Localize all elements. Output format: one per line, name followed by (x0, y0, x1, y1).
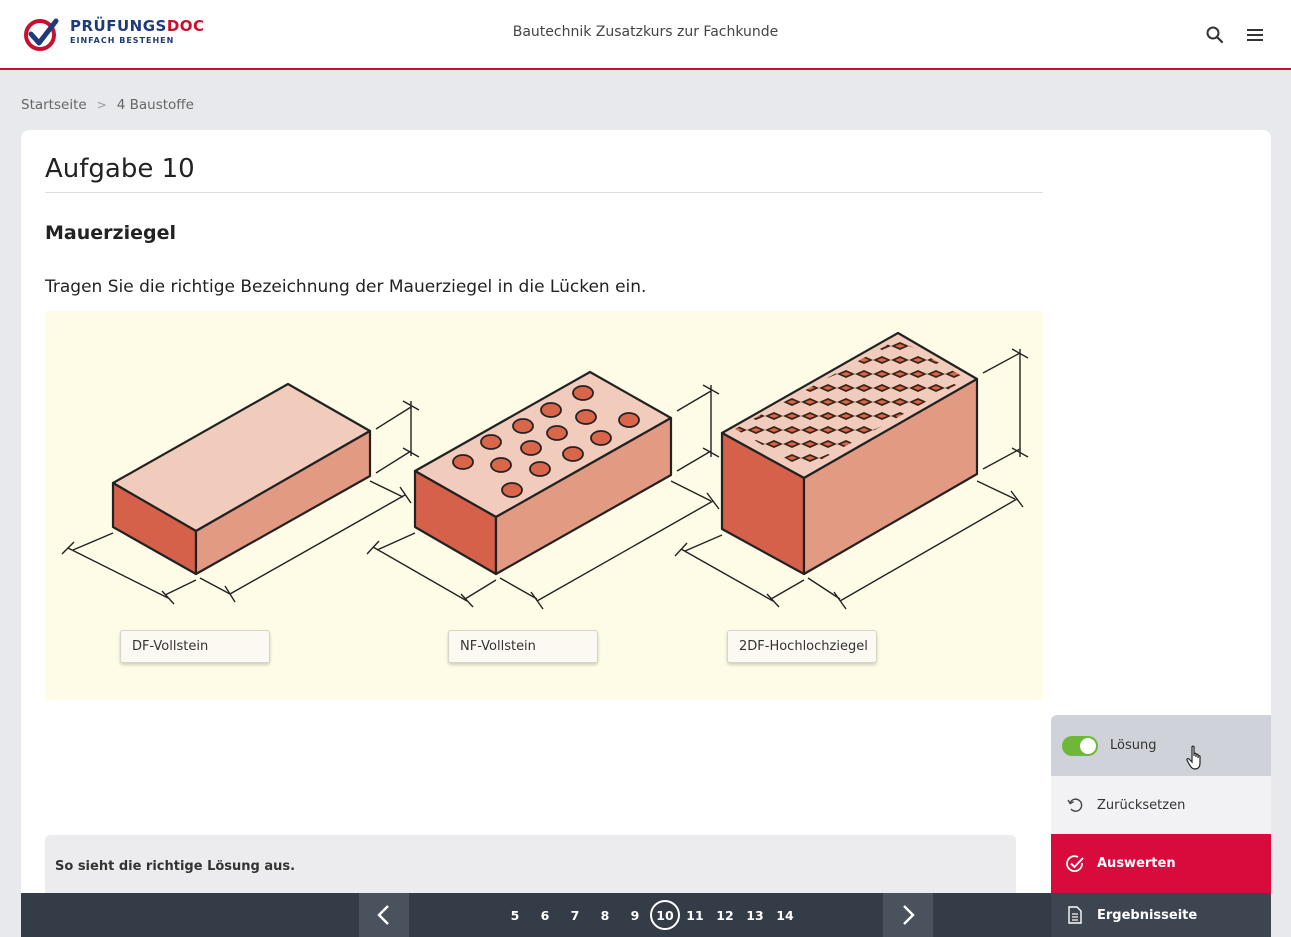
page-number-13[interactable]: 13 (740, 900, 770, 930)
answer-field-2[interactable]: NF-Vollstein (448, 630, 598, 663)
page-number-8[interactable]: 8 (590, 900, 620, 930)
task-instruction: Tragen Sie die richtige Bezeichnung der … (45, 277, 647, 297)
evaluate-label: Auswerten (1097, 856, 1176, 871)
prev-page-button[interactable] (359, 893, 409, 937)
action-panel: Lösung Zurücksetzen Auswerten Ergebnisse… (1051, 715, 1271, 937)
solution-toggle-label: Lösung (1110, 738, 1157, 753)
breadcrumb-home[interactable]: Startseite (21, 97, 87, 113)
page-number-6[interactable]: 6 (530, 900, 560, 930)
top-bar: PRÜFUNGSDOC EINFACH BESTEHEN Bautechnik … (0, 0, 1291, 70)
menu-button[interactable] (1242, 22, 1268, 48)
pagination-bar: 5 6 7 8 9 10 11 12 13 14 (21, 893, 1051, 937)
search-button[interactable] (1202, 22, 1228, 48)
breadcrumb: Startseite > 4 Baustoffe (21, 97, 194, 113)
page-number-10[interactable]: 10 (650, 900, 680, 930)
breadcrumb-separator: > (96, 98, 107, 112)
chevron-left-icon (377, 905, 389, 925)
answer-field-3[interactable]: 2DF-Hochlochziegel (727, 630, 877, 663)
brick-df (111, 382, 372, 576)
hand-cursor-icon (1186, 745, 1201, 770)
menu-icon (1247, 29, 1263, 41)
reset-label: Zurücksetzen (1097, 797, 1186, 813)
page-number-12[interactable]: 12 (710, 900, 740, 930)
title-divider (45, 192, 1043, 193)
breadcrumb-current[interactable]: 4 Baustoffe (117, 97, 194, 113)
results-button[interactable]: Ergebnisseite (1051, 893, 1271, 937)
search-icon (1206, 26, 1224, 44)
undo-icon (1065, 795, 1085, 815)
page-number-14[interactable]: 14 (770, 900, 800, 930)
solution-toggle[interactable] (1062, 735, 1098, 756)
page-title: Aufgabe 10 (45, 154, 195, 184)
answer-field-1[interactable]: DF-Vollstein (120, 630, 270, 663)
document-icon (1065, 905, 1085, 925)
brick-figure: DF-Vollstein NF-Vollstein 2DF-Hochlochzi… (45, 311, 1043, 700)
chevron-right-icon (903, 905, 915, 925)
page-numbers: 5 6 7 8 9 10 11 12 13 14 (500, 893, 800, 937)
evaluate-button[interactable]: Auswerten (1051, 834, 1271, 893)
page-number-9[interactable]: 9 (620, 900, 650, 930)
page-number-7[interactable]: 7 (560, 900, 590, 930)
results-label: Ergebnisseite (1097, 907, 1198, 923)
solution-toggle-row[interactable]: Lösung (1051, 715, 1271, 776)
task-subtitle: Mauerziegel (45, 222, 176, 244)
toggle-knob (1080, 737, 1096, 754)
course-title: Bautechnik Zusatzkurs zur Fachkunde (512, 24, 779, 40)
solution-text: So sieht die richtige Lösung aus. (55, 859, 296, 874)
page-number-11[interactable]: 11 (680, 900, 710, 930)
page-number-5[interactable]: 5 (500, 900, 530, 930)
check-circle-icon (1065, 854, 1085, 874)
next-page-button[interactable] (883, 893, 933, 937)
reset-button[interactable]: Zurücksetzen (1051, 776, 1271, 834)
